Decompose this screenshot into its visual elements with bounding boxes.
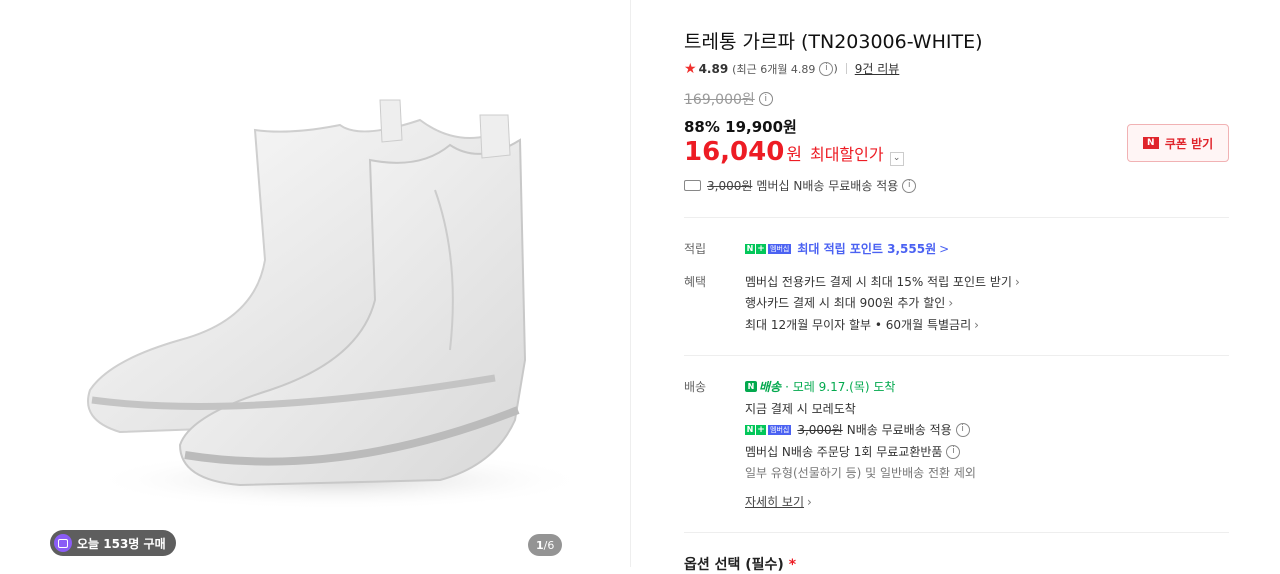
points-label: 적립 <box>684 242 707 256</box>
n-delivery-badge: N 배송 <box>745 378 781 395</box>
delivery-return-row: 멤버십 N배송 주문당 1회 무료교환반품 i <box>745 443 961 460</box>
truck-icon <box>684 180 701 191</box>
plus-icon: + <box>756 424 766 435</box>
coupon-button[interactable]: N 쿠폰 받기 <box>1127 124 1229 162</box>
shopping-bag-icon <box>54 534 72 552</box>
chevron-right-icon: › <box>1014 274 1020 289</box>
info-icon[interactable]: i <box>819 61 834 76</box>
benefit-item[interactable]: 최대 12개월 무이자 할부 • 60개월 특별금리 › <box>745 316 979 333</box>
info-icon[interactable]: i <box>955 422 970 437</box>
divider <box>684 217 1229 218</box>
delivery-free-row: N + 멤버십 3,000원 N배송 무료배송 적용 i <box>745 421 970 438</box>
max-price-row[interactable]: 16,040 원 최대할인가 ⌄ <box>684 137 904 167</box>
n-delivery-label: 배송 <box>759 380 782 394</box>
today-purchase-text: 오늘 153명 구매 <box>77 536 166 551</box>
column-divider <box>630 0 631 567</box>
max-price-label: 최대할인가 <box>809 145 884 164</box>
required-mark: * <box>788 557 797 573</box>
shipping-summary: 3,000원 멤버십 N배송 무료배송 적용 i <box>684 177 917 194</box>
pager-current: 1 <box>536 538 544 552</box>
plus-icon: + <box>756 243 766 254</box>
original-price: 169,000원 <box>684 92 755 108</box>
product-image[interactable] <box>40 60 600 510</box>
membership-badge: N + 멤버십 <box>745 424 792 435</box>
review-link[interactable]: 9건 리뷰 <box>855 60 900 77</box>
benefit-text: 행사카드 결제 시 최대 900원 추가 할인 <box>745 296 946 310</box>
delivery-arrival: · 모레 9.17.(목) 도착 <box>785 380 896 394</box>
rating-recent: (최근 6개월 4.89 <box>732 62 816 76</box>
image-pager: 1 /6 <box>528 534 563 556</box>
benefit-text: 멤버십 전용카드 결제 시 최대 15% 적립 포인트 받기 <box>745 275 1012 289</box>
points-text: 최대 적립 포인트 3,555원 <box>797 242 937 256</box>
delivery-free-text: N배송 무료배송 적용 <box>846 423 952 437</box>
membership-label: 멤버십 <box>768 243 792 254</box>
rating-score: 4.89 <box>698 61 729 76</box>
divider <box>845 63 847 74</box>
shipping-summary-text: 멤버십 N배송 무료배송 적용 <box>756 179 899 193</box>
rating-row: ★ 4.89 (최근 6개월 4.89 i ) 9건 리뷰 <box>684 60 899 77</box>
shipping-original-fee: 3,000원 <box>707 179 753 193</box>
naver-coupon-icon: N <box>1142 137 1159 149</box>
rating-recent-close: ) <box>833 62 838 75</box>
delivery-details-link[interactable]: 자세히 보기 › <box>745 493 812 510</box>
info-icon[interactable]: i <box>902 178 917 193</box>
info-icon[interactable]: i <box>758 92 773 106</box>
product-title: 트레통 가르파 (TN203006-WHITE) <box>684 31 983 53</box>
delivery-line: 지금 결제 시 모레도착 <box>745 402 856 416</box>
delivery-arrival-row: N 배송 · 모레 9.17.(목) 도착 <box>745 378 895 395</box>
membership-badge: N + 멤버십 <box>745 243 792 254</box>
naver-n-icon: N <box>745 424 755 435</box>
chevron-down-icon[interactable]: ⌄ <box>889 152 904 166</box>
star-icon: ★ <box>684 60 697 77</box>
delivery-exclusion: 일부 유형(선물하기 등) 및 일반배송 전환 제외 <box>745 466 976 480</box>
benefits-label: 혜택 <box>684 275 707 289</box>
benefit-item[interactable]: 멤버십 전용카드 결제 시 최대 15% 적립 포인트 받기 › <box>745 273 1020 290</box>
membership-label: 멤버십 <box>768 424 792 435</box>
divider <box>684 355 1229 356</box>
discount-price: 88% 19,900원 <box>684 118 797 136</box>
naver-n-icon: N <box>745 381 757 392</box>
divider <box>684 532 1229 533</box>
delivery-return-text: 멤버십 N배송 주문당 1회 무료교환반품 <box>745 445 943 459</box>
delivery-original-fee: 3,000원 <box>797 423 843 437</box>
product-gallery: 오늘 153명 구매 1 /6 <box>0 0 630 567</box>
chevron-right-icon: › <box>974 317 979 332</box>
points-row[interactable]: N + 멤버십 최대 적립 포인트 3,555원 > <box>745 240 949 257</box>
option-select-label: 옵션 선택 (필수) <box>684 557 784 573</box>
naver-n-icon: N <box>745 243 755 254</box>
info-icon[interactable]: i <box>946 444 961 459</box>
pager-total: /6 <box>543 538 555 552</box>
original-price-row: 169,000원 i <box>684 89 773 109</box>
max-price: 16,040 <box>684 137 785 167</box>
coupon-button-label: 쿠폰 받기 <box>1164 136 1214 151</box>
details-link-text: 자세히 보기 <box>745 495 805 509</box>
option-select-heading: 옵션 선택 (필수) * <box>684 554 796 574</box>
benefit-text: 최대 12개월 무이자 할부 • 60개월 특별금리 <box>745 318 972 332</box>
delivery-label: 배송 <box>684 380 707 394</box>
today-purchase-badge: 오늘 153명 구매 <box>50 530 176 556</box>
max-price-won: 원 <box>786 145 802 165</box>
chevron-right-icon: > <box>939 241 950 256</box>
chevron-right-icon: › <box>948 295 954 310</box>
benefit-item[interactable]: 행사카드 결제 시 최대 900원 추가 할인 › <box>745 294 953 311</box>
chevron-right-icon: › <box>807 494 812 509</box>
